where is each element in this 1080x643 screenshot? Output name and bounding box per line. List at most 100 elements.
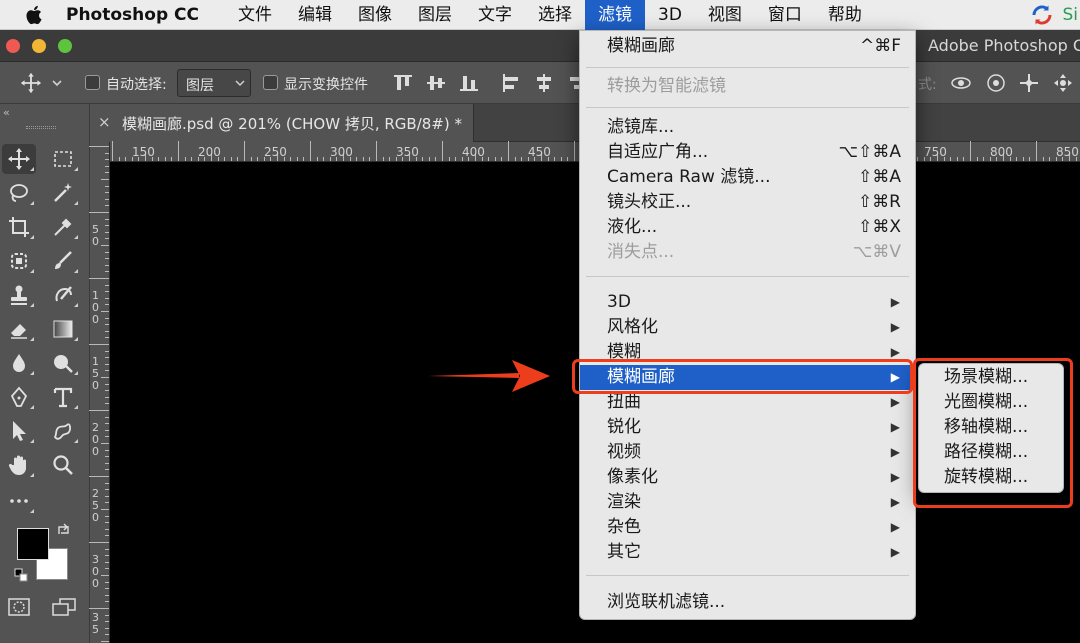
close-tab-icon[interactable]: × [98, 113, 111, 131]
menu-item-pixelate[interactable]: 像素化 ▶ [580, 465, 915, 490]
menu-item-last-filter[interactable]: 模糊画廊 ^⌘F [580, 34, 915, 59]
align-bottom-icon[interactable] [458, 72, 480, 94]
ruler-tick [105, 238, 109, 240]
ruler-tick [105, 482, 109, 484]
swap-colors-icon[interactable] [56, 522, 72, 538]
edit-toolbar-button[interactable] [2, 486, 36, 516]
crop-tool[interactable] [2, 212, 36, 242]
screen-mode-icon[interactable] [52, 598, 76, 616]
quick-mask-icon[interactable] [8, 598, 30, 616]
menu-item-video[interactable]: 视频 ▶ [580, 440, 915, 465]
gradient-tool[interactable] [46, 314, 80, 344]
maximize-window-button[interactable] [58, 39, 72, 53]
ruler-tick [101, 509, 109, 510]
ruler-tick [316, 157, 318, 161]
menu-item-convert-smart-filters: 转换为智能滤镜 [580, 74, 915, 99]
menu-image[interactable]: 图像 [345, 0, 405, 30]
healing-brush-tool[interactable] [2, 246, 36, 276]
pen-tool[interactable] [2, 382, 36, 412]
move-tool[interactable] [2, 144, 36, 174]
menu-type[interactable]: 文字 [465, 0, 525, 30]
menu-separator [586, 67, 909, 68]
eraser-tool[interactable] [2, 314, 36, 344]
sign-in-link[interactable]: Si [1062, 5, 1078, 25]
brush-tool[interactable] [46, 246, 80, 276]
ruler-tick [105, 528, 109, 530]
menu-window[interactable]: 窗口 [755, 0, 815, 30]
menu-item-lens-correction[interactable]: 镜头校正... ⇧⌘R [580, 190, 915, 215]
eyedropper-tool[interactable] [46, 212, 80, 242]
panel-grip[interactable] [26, 126, 56, 129]
menu-item-adaptive-wide-angle[interactable]: 自适应广角... ⌥⇧⌘A [580, 140, 915, 165]
menu-item-stylize[interactable]: 风格化 ▶ [580, 315, 915, 340]
lasso-tool[interactable] [2, 178, 36, 208]
marquee-tool[interactable] [46, 144, 80, 174]
menu-file[interactable]: 文件 [225, 0, 285, 30]
auto-select-dropdown[interactable]: 图层 [177, 69, 251, 97]
ruler-tick [105, 357, 109, 359]
menu-filter[interactable]: 滤镜 [585, 0, 645, 30]
close-window-button[interactable] [6, 39, 20, 53]
menu-item-label: 其它 [607, 542, 641, 562]
ruler-tick [101, 311, 109, 312]
zoom-tool[interactable] [46, 450, 80, 480]
menu-item-liquify[interactable]: 液化... ⇧⌘X [580, 215, 915, 240]
show-transform-checkbox[interactable] [263, 75, 278, 90]
3d-pan-icon[interactable] [1018, 72, 1040, 94]
menu-item-label: 杂色 [607, 517, 641, 537]
chevron-down-icon [235, 80, 245, 87]
ruler-tick [448, 157, 450, 161]
default-colors-icon[interactable] [14, 568, 28, 582]
menu-view[interactable]: 视图 [695, 0, 755, 30]
blur-tool[interactable] [2, 348, 36, 378]
magic-wand-tool[interactable] [46, 178, 80, 208]
chevron-down-icon[interactable] [50, 72, 64, 94]
menu-item-browse-filters-online[interactable]: 浏览联机滤镜... [580, 590, 915, 615]
menu-item-filter-gallery[interactable]: 滤镜库... [580, 115, 915, 140]
ruler-tick [554, 157, 556, 161]
clone-stamp-tool[interactable] [2, 280, 36, 310]
menu-3d[interactable]: 3D [645, 0, 695, 30]
app-name-menu[interactable]: Photoshop CC [66, 5, 199, 25]
ruler-tick [521, 157, 523, 161]
menu-item-shortcut: ⇧⌘A [858, 167, 901, 187]
submenu-arrow-icon: ▶ [890, 320, 900, 334]
dodge-tool[interactable] [46, 348, 80, 378]
menu-item-other[interactable]: 其它 ▶ [580, 540, 915, 565]
sync-icon[interactable] [1030, 3, 1054, 27]
align-vertical-center-icon[interactable] [425, 72, 447, 94]
3d-orbit-icon[interactable] [950, 72, 972, 94]
crop-icon [9, 217, 29, 237]
3d-roll-icon[interactable] [985, 72, 1007, 94]
menu-item-noise[interactable]: 杂色 ▶ [580, 515, 915, 540]
menu-edit[interactable]: 编辑 [285, 0, 345, 30]
ruler-tick [105, 601, 109, 603]
menu-item-render[interactable]: 渲染 ▶ [580, 490, 915, 515]
auto-select-checkbox[interactable] [85, 75, 100, 90]
align-horizontal-center-icon[interactable] [533, 72, 555, 94]
vertical-ruler: 5 0 1 0 0 1 5 0 2 0 0 2 5 0 3 0 0 3 5 [89, 142, 110, 643]
apple-icon[interactable] [22, 0, 48, 30]
menu-item-camera-raw[interactable]: Camera Raw 滤镜... ⇧⌘A [580, 165, 915, 190]
menu-select[interactable]: 选择 [525, 0, 585, 30]
align-top-icon[interactable] [392, 72, 414, 94]
menu-help[interactable]: 帮助 [815, 0, 875, 30]
path-selection-tool[interactable] [2, 416, 36, 446]
foreground-color-swatch[interactable] [17, 528, 49, 560]
align-left-icon[interactable] [500, 72, 522, 94]
3d-slide-icon[interactable] [1052, 72, 1074, 94]
menu-item-sharpen[interactable]: 锐化 ▶ [580, 415, 915, 440]
menu-separator [586, 276, 909, 277]
menu-layer[interactable]: 图层 [405, 0, 465, 30]
menu-item-3d[interactable]: 3D ▶ [580, 290, 915, 315]
ruler-tick [89, 476, 109, 477]
collapse-panel-icon[interactable]: ‹‹ [3, 106, 10, 119]
menu-item-label: Camera Raw 滤镜... [607, 167, 771, 187]
custom-shape-tool[interactable] [46, 416, 80, 446]
document-tab[interactable]: × 模糊画廊.psd @ 201% (CHOW 拷贝, RGB/8#) * [90, 104, 474, 142]
hand-tool[interactable] [2, 450, 36, 480]
history-brush-tool[interactable] [46, 280, 80, 310]
type-tool[interactable] [46, 382, 80, 412]
move-tool-icon[interactable] [20, 72, 42, 94]
minimize-window-button[interactable] [32, 39, 46, 53]
